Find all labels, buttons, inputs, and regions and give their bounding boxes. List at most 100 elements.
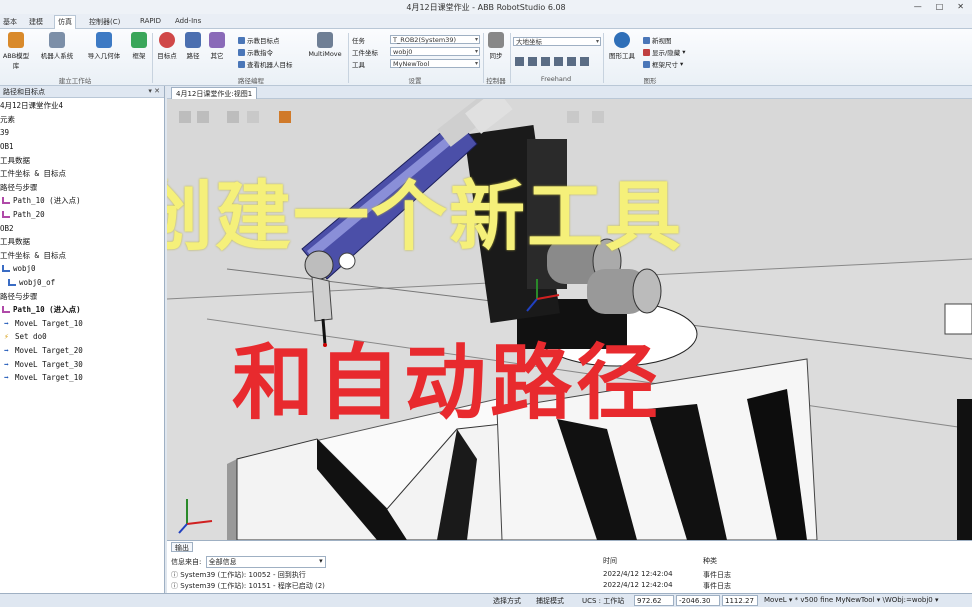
tab-modeling[interactable]: 建模 xyxy=(26,16,46,28)
pin-icon[interactable]: ▾ ✕ xyxy=(148,87,160,95)
output-row-type: 事件日志 xyxy=(703,571,731,579)
tree-item[interactable]: 路径与步骤 xyxy=(0,181,164,195)
multimove-button[interactable]: MultiMove xyxy=(305,32,345,58)
selection-mode[interactable]: 选择方式 xyxy=(493,596,521,606)
output-row[interactable]: ⓘ System39 (工作站): 10052 - 回到执行 xyxy=(171,570,306,580)
tab-output[interactable]: 输出 xyxy=(171,542,193,552)
workobject-select[interactable]: wobj0 xyxy=(390,47,480,56)
tree-item[interactable]: 工件坐标 & 目标点 xyxy=(0,249,164,263)
tree-item[interactable]: ➡ MoveL Target_30 xyxy=(0,357,164,371)
maximize-button[interactable]: □ xyxy=(936,2,944,11)
target-icon xyxy=(159,32,175,48)
teach-target-icon xyxy=(238,36,245,44)
multimove-icon xyxy=(317,32,333,48)
reference-frame-select[interactable]: 大地坐标 xyxy=(513,37,601,46)
view-robot-target-button[interactable]: 查看机器人目标 xyxy=(238,59,293,69)
tree-item[interactable]: 工具数据 xyxy=(0,153,164,167)
task-select[interactable]: T_ROB2(System39) xyxy=(390,35,480,44)
tree-item[interactable]: 4月12日课堂作业4 xyxy=(0,99,164,113)
tree-item[interactable]: Path_20 xyxy=(0,208,164,222)
coord-x: 972.62 xyxy=(634,595,674,606)
tree-item[interactable]: 路径与步骤 xyxy=(0,289,164,303)
robot-system-button[interactable]: 机器人系统 xyxy=(36,32,78,60)
show-hide-button[interactable]: 显示/隐藏 ▾ xyxy=(643,47,685,57)
teach-instruction-button[interactable]: 示教指令 xyxy=(238,47,273,57)
teach-instruction-icon xyxy=(238,48,245,56)
tab-simulation[interactable]: 仿真 xyxy=(54,15,76,29)
tree-item[interactable]: OB1 xyxy=(0,140,164,154)
abb-library-button[interactable]: ABB模型库 xyxy=(0,32,32,70)
tree-view: 4月12日课堂作业4 元素 39 OB1 工具数据 工件坐标 & 目标点 路径与… xyxy=(0,98,164,384)
tab-rapid[interactable]: RAPID xyxy=(137,16,164,28)
tree-item[interactable]: ➡ MoveL Target_20 xyxy=(0,344,164,358)
close-button[interactable]: ✕ xyxy=(957,2,964,11)
paths-targets-panel: 路径和目标点 ▾ ✕ 4月12日课堂作业4 元素 39 OB1 工具数据 工件坐… xyxy=(0,86,165,593)
import-geometry-button[interactable]: 导入几何体 xyxy=(82,32,126,60)
multi-robot-jog-icon[interactable] xyxy=(580,57,589,66)
jog-reorient-icon[interactable] xyxy=(567,57,576,66)
tool-select[interactable]: MyNewTool xyxy=(390,59,480,68)
info-icon: ⓘ xyxy=(171,571,178,579)
controller-group-label: 控制器 xyxy=(486,77,506,85)
tree-item[interactable]: 39 xyxy=(0,126,164,140)
frame-size-button[interactable]: 框架尺寸 ▾ xyxy=(643,59,683,69)
new-view-button[interactable]: 新视图 xyxy=(643,35,672,45)
path-button[interactable]: 路径 xyxy=(182,32,204,60)
other-icon xyxy=(209,32,225,48)
tree-item[interactable]: 元素 xyxy=(0,113,164,127)
other-button[interactable]: 其它 xyxy=(206,32,228,60)
tree-item[interactable]: ➡ MoveL Target_10 xyxy=(0,317,164,331)
tree-item[interactable]: wobj0 xyxy=(0,262,164,276)
3d-viewport[interactable]: 创建一个新工具 和自动路径 xyxy=(167,99,972,540)
tree-item[interactable]: OB2 xyxy=(0,221,164,235)
move-icon[interactable] xyxy=(515,57,524,66)
tree-item[interactable]: 工具数据 xyxy=(0,235,164,249)
set-io-icon: ⚡ xyxy=(4,332,9,342)
output-panel: 输出 信息来自: 全部信息 ▾ 时间 种类 ⓘ System39 (工作站): 1… xyxy=(167,540,972,593)
sync-button[interactable]: 同步 xyxy=(485,32,507,60)
rotate-icon[interactable] xyxy=(528,57,537,66)
workobject-icon xyxy=(2,265,10,273)
path-icon xyxy=(2,197,10,205)
tab-view1[interactable]: 4月12日课堂作业:视图1 xyxy=(171,87,258,99)
frame-size-icon xyxy=(643,60,650,68)
library-icon xyxy=(8,32,24,48)
snap-mode[interactable]: 捕捉模式 xyxy=(536,596,564,606)
output-row[interactable]: ⓘ System39 (工作站): 10151 - 程序已启动 (2) xyxy=(171,581,325,591)
frame-button[interactable]: 框架 xyxy=(128,32,150,60)
movel-arrow-icon: ➡ xyxy=(4,373,9,383)
jog-joint-icon[interactable] xyxy=(541,57,550,66)
output-row-time: 2022/4/12 12:42:04 xyxy=(603,570,673,578)
panel-title: 路径和目标点 xyxy=(3,88,45,96)
tab-addins[interactable]: Add-Ins xyxy=(172,16,204,28)
movel-arrow-icon: ➡ xyxy=(4,359,9,369)
tree-item[interactable]: wobj0_of xyxy=(0,276,164,290)
tree-item[interactable]: Path_10 (进入点) xyxy=(0,303,164,317)
tab-controller[interactable]: 控制器(C) xyxy=(86,16,123,28)
freehand-group-label: Freehand xyxy=(540,75,572,83)
path-programming-group-label: 路径编程 xyxy=(238,77,264,85)
coord-z: 1112.27 xyxy=(722,595,758,606)
tree-item[interactable]: ➡ MoveL Target_10 xyxy=(0,371,164,385)
group-divider xyxy=(510,33,511,83)
new-view-icon xyxy=(643,36,650,44)
minimize-button[interactable]: — xyxy=(914,2,922,11)
path-icon xyxy=(2,211,10,219)
build-station-group-label: 建立工作站 xyxy=(58,77,92,85)
overlay-title-line2: 和自动路径 xyxy=(232,336,663,431)
instruction-template[interactable]: MoveL ▾ * v500 fine MyNewTool ▾ \WObj:=w… xyxy=(764,596,938,604)
target-button[interactable]: 目标点 xyxy=(154,32,180,60)
tree-item[interactable]: ⚡ Set do0 xyxy=(0,330,164,344)
tab-home[interactable]: 基本 xyxy=(0,16,20,28)
filter-label: 信息来自: xyxy=(171,558,202,566)
filter-select[interactable]: 全部信息 ▾ xyxy=(205,556,326,568)
show-hide-icon xyxy=(643,48,650,56)
title-bar: 4月12日课堂作业 - ABB RobotStudio 6.08 — □ ✕ xyxy=(0,0,972,14)
teach-target-button[interactable]: 示教目标点 xyxy=(238,35,280,45)
path-icon xyxy=(185,32,201,48)
graphics-tools-button[interactable]: 图形工具 xyxy=(605,32,639,60)
jog-linear-icon[interactable] xyxy=(554,57,563,66)
tree-item[interactable]: 工件坐标 & 目标点 xyxy=(0,167,164,181)
tree-item[interactable]: Path_10 (进入点) xyxy=(0,194,164,208)
ribbon: ABB模型库 机器人系统 导入几何体 框架 建立工作站 目标点 路径 其它 示教… xyxy=(0,29,972,86)
